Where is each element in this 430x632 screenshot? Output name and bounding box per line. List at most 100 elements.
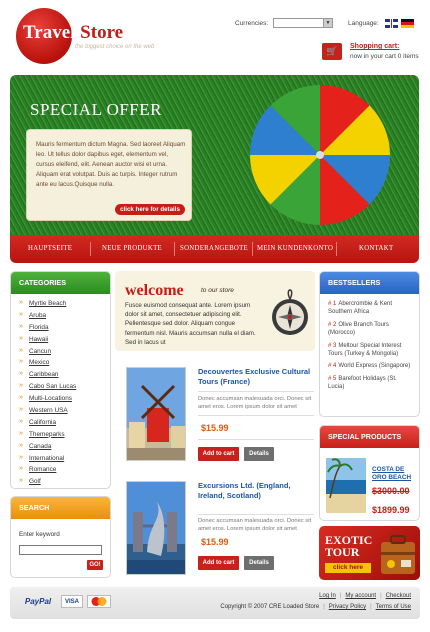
categories-list: Myrtle Beach Aruba Florida Hawaii Cancun… [11,294,110,488]
tagline: the biggest choice on the web [75,44,155,50]
nav-item-mein-kundenkonto[interactable]: MEIN KUNDENKONTO [257,235,333,263]
add-to-cart-button[interactable]: Add to cart [198,556,239,570]
category-link[interactable]: California [19,418,110,431]
search-label: Enter keyword [19,531,60,538]
product-image-london[interactable] [126,481,186,575]
bestseller-item[interactable]: # 4 World Express (Singapore) [328,362,413,370]
details-button[interactable]: Details [244,556,274,570]
bestseller-name[interactable]: Olive Branch Tours (Morocco) [328,322,389,336]
special-product-name-link[interactable]: COSTA DE ORO BEACH [372,466,419,482]
main-navigation: HAUPTSEITE NEUE PRODUKTE SONDERANGEBOTE … [10,235,419,263]
search-box: SEARCH Enter keyword GO! [10,496,111,578]
category-link[interactable]: Western USA [19,406,110,419]
nav-separator [336,242,337,256]
category-link[interactable]: Cabo San Lucas [19,382,110,395]
category-link[interactable]: International [19,454,110,467]
logo-text[interactable]: Travel Store [23,22,123,44]
bestseller-item[interactable]: # 1 Abercrombie & Kent Southern Africa [328,300,413,317]
bestseller-name[interactable]: Barefoot Holidays (St. Lucia) [328,376,397,390]
language-label: Language: [348,20,379,27]
details-button[interactable]: Details [244,447,274,461]
bestsellers-heading: BESTSELLERS [320,272,419,294]
bestseller-name[interactable]: Abercrombie & Kent Southern Africa [328,301,392,315]
search-input[interactable] [19,545,102,555]
shopping-cart-link[interactable]: Shopping cart: [350,43,399,50]
currencies-select[interactable]: ▼ [273,18,333,28]
category-link[interactable]: Caribbean [19,370,110,383]
footer-links: Log In | My account | Checkout [319,593,411,599]
category-link[interactable]: Golf [19,477,110,488]
suitcase-icon [381,535,415,574]
nav-separator [252,242,253,256]
category-link[interactable]: Romance [19,465,110,478]
bestsellers-box: BESTSELLERS # 1 Abercrombie & Kent Southe… [319,271,420,417]
nav-item-sonderangebote[interactable]: SONDERANGEBOTE [180,235,248,263]
special-products-heading: SPECIAL PRODUCTS [320,426,419,448]
category-link[interactable]: Hawaii [19,335,110,348]
categories-heading: CATEGORIES [11,272,110,294]
add-to-cart-button[interactable]: Add to cart [198,447,239,461]
umbrella-image [250,85,390,225]
nav-separator [90,242,91,256]
category-link[interactable]: Aruba [19,311,110,324]
hero-text-box: Mauris fermentum dictum Magna. Sed laore… [26,129,192,221]
exotic-tour-title: EXOTIC TOUR [325,533,373,559]
product-title-link[interactable]: Decouvertes Exclusive Cultural Tours (Fr… [198,367,314,387]
terms-of-use-link[interactable]: Terms of Use [376,604,411,610]
bestseller-item[interactable]: # 3 Meltour Special Interest Tours (Turke… [328,342,413,359]
nav-item-neue-produkte[interactable]: NEUE PRODUKTE [102,235,162,263]
footer-separator: | [370,604,372,610]
bestseller-name[interactable]: Meltour Special Interest Tours (Turkey &… [328,343,401,357]
footer-link-login[interactable]: Log In [319,593,336,599]
nav-item-kontakt[interactable]: KONTAKT [359,235,393,263]
category-link[interactable]: Multi-Locations [19,394,110,407]
product-price: $15.99 [201,423,229,433]
divider [198,514,314,515]
logo-word-store: Store [80,22,124,43]
categories-box: CATEGORIES Myrtle Beach Aruba Florida Ha… [10,271,111,489]
shopping-cart-icon[interactable]: 🛒 [322,43,342,60]
hero-details-button[interactable]: click here for details [115,204,185,215]
footer-link-checkout[interactable]: Checkout [386,593,411,599]
product-card: Excursions Ltd. (England, Ireland, Scotl… [118,481,314,581]
exotic-tour-banner[interactable]: EXOTIC TOUR click here [319,526,420,580]
footer-separator: | [380,593,382,599]
category-link[interactable]: Themeparks [19,430,110,443]
divider [198,415,314,416]
bestseller-rank: # 1 [328,301,337,307]
special-product-old-price: $3000.00 [372,486,410,496]
category-link[interactable]: Cancun [19,347,110,360]
exotic-tour-button[interactable]: click here [325,563,371,573]
footer-link-my-account[interactable]: My account [345,593,376,599]
beach-photo [326,458,366,513]
category-link[interactable]: Myrtle Beach [19,299,110,312]
footer-separator: | [323,604,325,610]
special-product-image[interactable] [326,458,366,513]
category-link[interactable]: Canada [19,442,110,455]
bestseller-item[interactable]: # 5 Barefoot Holidays (St. Lucia) [328,375,413,392]
bestseller-rank: # 4 [328,363,337,370]
london-photo [127,482,185,574]
dropdown-arrow-icon[interactable]: ▼ [323,19,332,27]
search-go-button[interactable]: GO! [87,560,103,570]
visa-logo: VISA [61,595,83,608]
privacy-policy-link[interactable]: Privacy Policy [329,604,366,610]
bestseller-item[interactable]: # 2 Olive Branch Tours (Morocco) [328,321,413,338]
paypal-logo: PayPal [24,597,52,606]
product-title-link[interactable]: Excursions Ltd. (England, Ireland, Scotl… [198,481,314,501]
mastercard-logo [87,595,111,608]
category-link[interactable]: Florida [19,323,110,336]
nav-item-hauptseite[interactable]: HAUPTSEITE [28,235,72,263]
category-link[interactable]: Mexico [19,358,110,371]
compass-icon [272,289,308,335]
welcome-subtitle: to our store [201,287,234,294]
product-image-windmill[interactable] [126,367,186,461]
cart-items-count: now in your cart 0 items [350,53,419,60]
bestsellers-list: # 1 Abercrombie & Kent Southern Africa # … [320,294,419,392]
flag-german-icon[interactable] [401,19,414,28]
copyright-line: Copyright © 2007 CRE Loaded Store | Privac… [220,604,411,610]
bestseller-name[interactable]: World Express (Singapore) [338,363,410,369]
hero-text: Mauris fermentum dictum Magna. Sed laore… [36,141,186,188]
divider [198,391,314,392]
flag-english-icon[interactable] [385,19,398,28]
